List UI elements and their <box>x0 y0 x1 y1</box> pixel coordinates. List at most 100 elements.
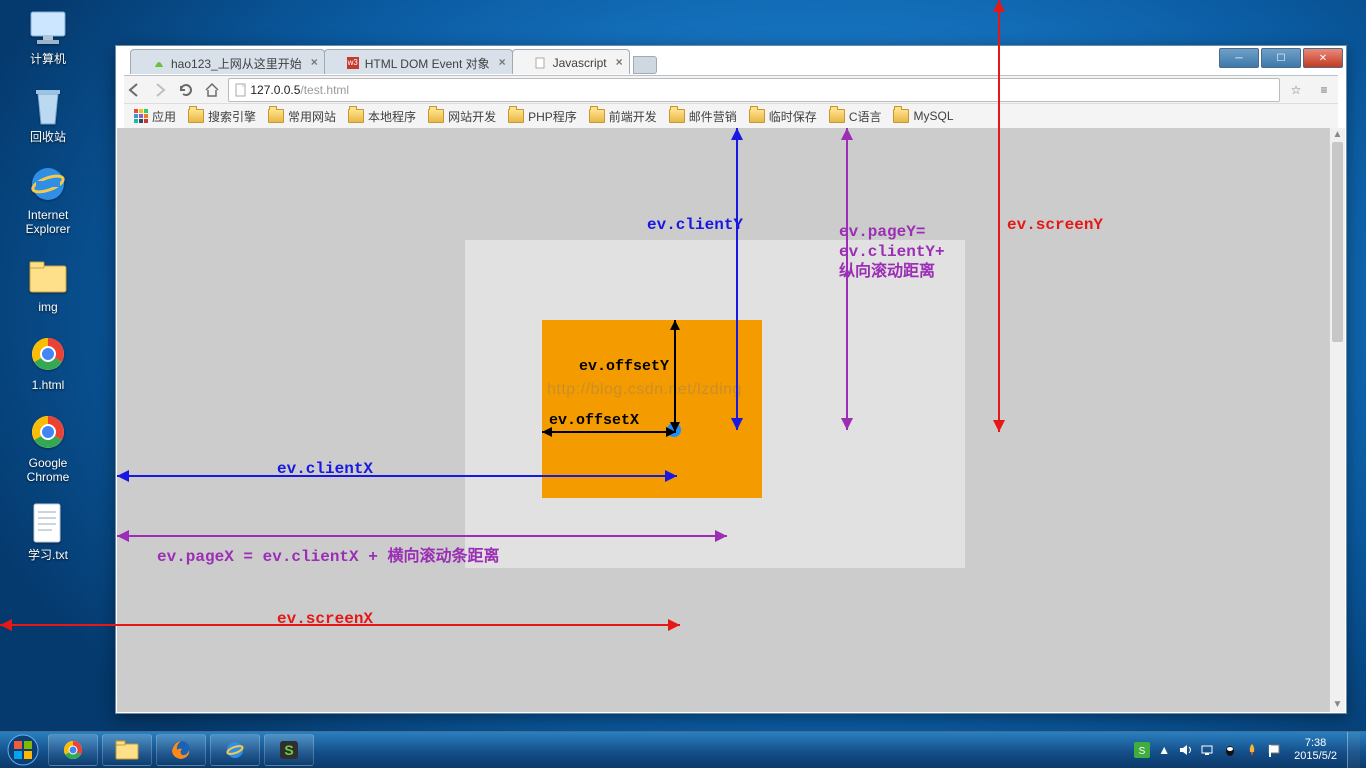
window-controls: ─ ☐ ✕ <box>1217 48 1343 68</box>
taskbar-app-firefox[interactable] <box>156 734 206 766</box>
reload-button[interactable] <box>176 80 196 100</box>
desktop-icon-label: 回收站 <box>10 130 86 144</box>
tab-close-icon[interactable]: × <box>616 55 623 69</box>
apps-icon <box>134 109 148 123</box>
bookmark-label: C语言 <box>849 108 882 125</box>
bookmark-star-button[interactable]: ☆ <box>1286 80 1306 100</box>
show-desktop-button[interactable] <box>1347 732 1360 768</box>
bookmark-label: 常用网站 <box>288 108 336 125</box>
taskbar-app-ie[interactable] <box>210 734 260 766</box>
bookmark-folder[interactable]: C语言 <box>825 106 886 127</box>
tray-flag-icon[interactable] <box>1266 742 1282 758</box>
tab-hao123[interactable]: hao123_上网从这里开始 × <box>130 49 325 74</box>
taskbar-app-chrome[interactable] <box>48 734 98 766</box>
tab-label: Javascript <box>553 56 607 70</box>
bookmark-folder[interactable]: 网站开发 <box>424 106 500 127</box>
label-clientx: ev.clientX <box>277 460 373 478</box>
back-button[interactable] <box>124 80 144 100</box>
url-input[interactable]: 127.0.0.5/test.html <box>228 78 1280 102</box>
folder-icon <box>428 109 444 123</box>
tab-javascript[interactable]: Javascript × <box>512 49 630 74</box>
bookmark-label: 网站开发 <box>448 108 496 125</box>
folder-icon <box>348 109 364 123</box>
bookmark-label: 本地程序 <box>368 108 416 125</box>
label-offsety: ev.offsetY <box>579 358 669 375</box>
label-screenx: ev.screenX <box>277 610 373 628</box>
desktop-icon-chrome[interactable]: Google Chrome <box>10 410 86 484</box>
favicon-page-icon <box>535 57 547 69</box>
desktop-icon-recycle-bin[interactable]: 回收站 <box>10 84 86 144</box>
desktop-icon-label: Internet Explorer <box>10 208 86 236</box>
tray-rocket-icon[interactable] <box>1244 742 1260 758</box>
taskbar-app-explorer[interactable] <box>102 734 152 766</box>
vertical-scrollbar[interactable]: ▲ ▼ <box>1329 128 1345 712</box>
desktop-icon-computer[interactable]: 计算机 <box>10 6 86 66</box>
desktop-icon-img-folder[interactable]: img <box>10 254 86 314</box>
desktop-icon-ie[interactable]: Internet Explorer <box>10 162 86 236</box>
folder-icon <box>268 109 284 123</box>
folder-icon <box>829 109 845 123</box>
svg-text:S: S <box>1139 746 1146 757</box>
taskbar-clock[interactable]: 7:38 2015/5/2 <box>1294 737 1337 763</box>
tray-qq-icon[interactable] <box>1222 742 1238 758</box>
page-viewport: http://blog.csdn.net/lzding <box>117 128 1330 712</box>
scroll-up-icon[interactable]: ▲ <box>1330 128 1345 142</box>
forward-button[interactable] <box>150 80 170 100</box>
tab-strip: hao123_上网从这里开始 × w3 HTML DOM Event 对象 × … <box>130 52 657 74</box>
close-button[interactable]: ✕ <box>1303 48 1343 68</box>
scroll-down-icon[interactable]: ▼ <box>1330 698 1345 712</box>
browser-window: ─ ☐ ✕ hao123_上网从这里开始 × w3 HTML DOM Event… <box>115 45 1347 714</box>
folder-icon <box>749 109 765 123</box>
bookmark-folder[interactable]: 邮件营销 <box>665 106 741 127</box>
desktop-icon-label: 1.html <box>10 378 86 392</box>
tab-label: hao123_上网从这里开始 <box>171 55 302 72</box>
tab-close-icon[interactable]: × <box>311 55 318 69</box>
tab-label: HTML DOM Event 对象 <box>365 55 490 72</box>
apps-button[interactable]: 应用 <box>130 106 180 127</box>
taskbar-app-sogou[interactable]: S <box>264 734 314 766</box>
home-button[interactable] <box>202 80 222 100</box>
bookmark-label: MySQL <box>913 109 953 123</box>
bookmark-label: 临时保存 <box>769 108 817 125</box>
label-offsetx: ev.offsetX <box>549 412 639 429</box>
bookmark-folder[interactable]: 搜索引擎 <box>184 106 260 127</box>
tray-chevron-icon[interactable]: ▲ <box>1156 742 1172 758</box>
desktop-icon-label: 计算机 <box>10 52 86 66</box>
tray-ime-icon[interactable]: S <box>1134 742 1150 758</box>
maximize-button[interactable]: ☐ <box>1261 48 1301 68</box>
desktop-icons: 计算机 回收站 Internet Explorer img 1.html Goo… <box>10 6 86 580</box>
tab-w3[interactable]: w3 HTML DOM Event 对象 × <box>324 49 513 74</box>
tray-volume-icon[interactable] <box>1178 742 1194 758</box>
scroll-thumb[interactable] <box>1332 142 1343 342</box>
bookmark-folder[interactable]: 常用网站 <box>264 106 340 127</box>
bookmark-folder[interactable]: 临时保存 <box>745 106 821 127</box>
bookmark-folder[interactable]: MySQL <box>889 107 957 125</box>
bookmark-folder[interactable]: 前端开发 <box>585 106 661 127</box>
desktop-icon-textfile[interactable]: 学习.txt <box>10 502 86 562</box>
inner-box <box>542 320 762 498</box>
label-pagey: ev.pageY= ev.clientY+ 纵向滚动距离 <box>839 222 945 282</box>
label-pagex: ev.pageX = ev.clientX + 横向滚动条距离 <box>157 542 499 566</box>
folder-icon <box>508 109 524 123</box>
svg-text:S: S <box>284 742 293 758</box>
label-screeny: ev.screenY <box>1007 216 1103 234</box>
clock-date: 2015/5/2 <box>1294 750 1337 763</box>
page-icon <box>235 83 247 97</box>
bookmark-label: 前端开发 <box>609 108 657 125</box>
menu-button[interactable]: ≡ <box>1314 80 1334 100</box>
clock-time: 7:38 <box>1294 737 1337 750</box>
minimize-button[interactable]: ─ <box>1219 48 1259 68</box>
favicon-hao123 <box>153 57 165 69</box>
apps-label: 应用 <box>152 108 176 125</box>
desktop-icon-1html[interactable]: 1.html <box>10 332 86 392</box>
start-button[interactable] <box>0 732 46 768</box>
bookmark-folder[interactable]: PHP程序 <box>504 106 581 127</box>
bookmark-label: PHP程序 <box>528 108 577 125</box>
new-tab-button[interactable] <box>633 56 657 74</box>
desktop-icon-label: 学习.txt <box>10 548 86 562</box>
folder-icon <box>589 109 605 123</box>
bookmark-folder[interactable]: 本地程序 <box>344 106 420 127</box>
system-tray: S ▲ 7:38 2015/5/2 <box>1134 732 1366 768</box>
tab-close-icon[interactable]: × <box>499 55 506 69</box>
tray-network-icon[interactable] <box>1200 742 1216 758</box>
